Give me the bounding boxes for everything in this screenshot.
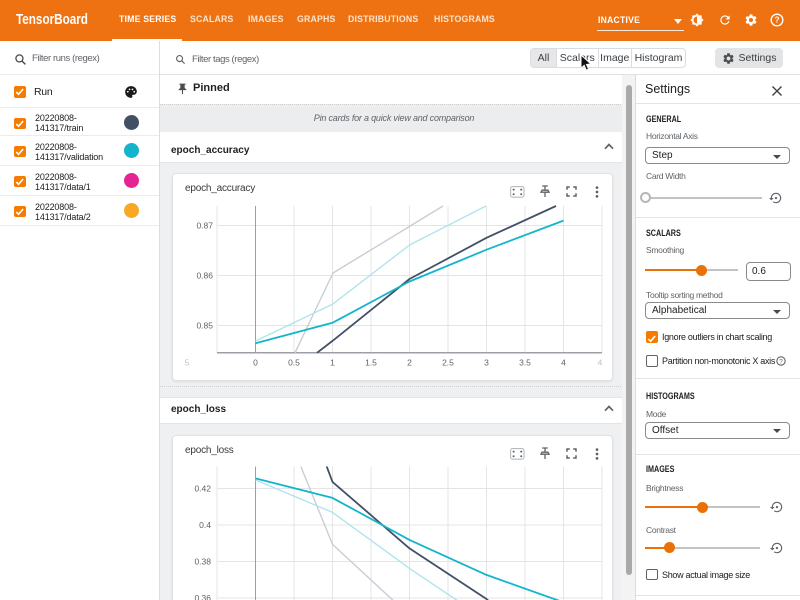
svg-text:0.85: 0.85 <box>196 321 213 331</box>
svg-text:0.4: 0.4 <box>199 520 211 530</box>
svg-text:0.36: 0.36 <box>194 593 211 600</box>
svg-text:0.5: 0.5 <box>288 358 300 368</box>
svg-text:?: ? <box>779 358 783 365</box>
svg-text:2.5: 2.5 <box>442 358 454 368</box>
svg-text:?: ? <box>775 16 780 25</box>
svg-text:3: 3 <box>484 358 489 368</box>
svg-text:0.42: 0.42 <box>194 483 211 493</box>
svg-text:0.86: 0.86 <box>196 271 213 281</box>
svg-text:4: 4 <box>598 358 603 368</box>
svg-text:4: 4 <box>561 358 566 368</box>
svg-text:1.5: 1.5 <box>365 358 377 368</box>
svg-text:1: 1 <box>330 358 335 368</box>
svg-text:0.38: 0.38 <box>194 556 211 566</box>
svg-text:0.87: 0.87 <box>196 221 213 231</box>
svg-text:5: 5 <box>185 358 190 368</box>
svg-text:0: 0 <box>253 358 258 368</box>
svg-text:3.5: 3.5 <box>519 358 531 368</box>
svg-text:2: 2 <box>407 358 412 368</box>
